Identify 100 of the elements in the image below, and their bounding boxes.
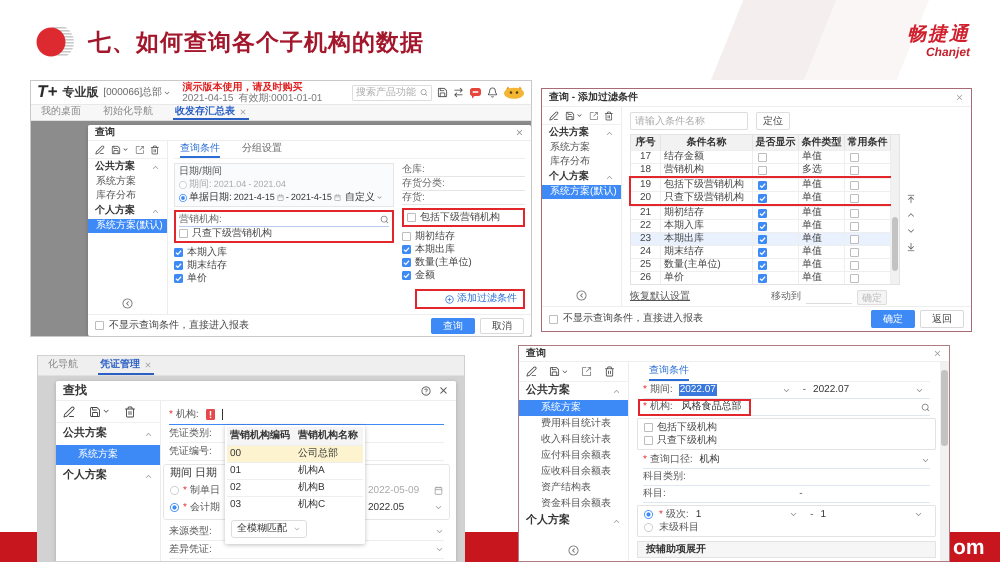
checkbox[interactable] [850, 234, 859, 244]
move-to-top-icon[interactable] [906, 194, 916, 204]
scheme-item[interactable]: 资产结构表 [519, 480, 628, 496]
checkbox[interactable] [850, 274, 859, 282]
input-field[interactable]: 仓库: [402, 163, 525, 177]
section-header[interactable]: 按辅助项展开 [637, 541, 936, 558]
secondary-button[interactable]: 取消 [480, 318, 524, 334]
trash-icon[interactable] [604, 110, 614, 120]
search-icon[interactable] [921, 402, 930, 412]
checkbox[interactable] [758, 260, 767, 270]
scheme-item[interactable]: 库存分布 [88, 189, 167, 203]
checkbox[interactable] [174, 261, 183, 270]
close-icon[interactable] [438, 385, 449, 396]
checkbox[interactable] [758, 208, 767, 218]
checkbox[interactable] [758, 234, 767, 244]
mascot-icon[interactable] [503, 86, 525, 99]
checkbox[interactable] [758, 180, 767, 190]
checkbox[interactable] [758, 194, 767, 202]
tab[interactable]: 查询条件 [649, 362, 689, 381]
checkbox[interactable] [758, 166, 767, 174]
checkbox[interactable] [174, 248, 183, 257]
dropdown-option[interactable]: 00 公司总部 [227, 445, 363, 462]
checkbox[interactable] [549, 314, 558, 324]
checkbox[interactable] [850, 208, 859, 218]
select-field[interactable]: * 查询口径: 机构 [643, 452, 930, 469]
checkbox[interactable] [402, 245, 411, 254]
radio-button[interactable] [179, 180, 187, 188]
chevron-down-icon[interactable] [561, 368, 569, 376]
checkbox[interactable] [850, 152, 859, 162]
calendar-icon[interactable] [434, 486, 443, 495]
checkbox[interactable] [850, 248, 859, 256]
swap-icon[interactable] [453, 87, 464, 98]
checkbox[interactable] [850, 194, 859, 202]
table-row[interactable]: 26 单价 单值 [631, 271, 891, 284]
range-field[interactable]: 科目: - [643, 486, 930, 503]
save-icon[interactable] [89, 406, 101, 418]
add-filter-link[interactable]: 添加过滤条件 [445, 293, 517, 305]
checkbox[interactable] [850, 166, 859, 174]
message-badge-icon[interactable] [469, 86, 482, 98]
input-field[interactable]: 科目类别: [643, 469, 930, 486]
chevron-down-icon[interactable] [576, 112, 583, 119]
match-mode-select[interactable]: 全模糊匹配 [231, 520, 307, 538]
edit-icon[interactable] [549, 110, 559, 120]
edit-icon[interactable] [63, 406, 75, 418]
edit-icon[interactable] [95, 144, 105, 154]
tab[interactable]: 查询条件 [180, 141, 220, 158]
checkbox[interactable] [850, 260, 859, 270]
checkbox[interactable] [179, 229, 188, 238]
checkbox[interactable] [402, 232, 411, 241]
scheme-item[interactable]: 资金科目余额表 [519, 496, 628, 512]
radio-button[interactable] [170, 503, 179, 512]
input-field[interactable]: 存货: [402, 191, 525, 205]
tab[interactable]: 分组设置 [242, 141, 282, 158]
close-icon[interactable] [515, 128, 524, 137]
scheme-item[interactable]: 费用科目统计表 [519, 416, 628, 432]
checkbox[interactable] [850, 222, 859, 230]
table-row[interactable]: 17 结存金额 单值 [631, 150, 891, 163]
radio-button[interactable] [170, 486, 179, 495]
preset-select[interactable]: 自定义 [344, 192, 383, 204]
checkbox[interactable] [758, 222, 767, 230]
save-icon[interactable] [549, 366, 560, 377]
search-field[interactable]: 请输入条件名称 [630, 112, 748, 130]
calendar-icon[interactable] [334, 194, 341, 201]
org-field[interactable]: * 机构: 风格食品总部 [643, 399, 930, 416]
trash-icon[interactable] [124, 406, 136, 418]
plus-circle-icon[interactable] [445, 294, 454, 304]
calendar-icon[interactable] [276, 194, 284, 201]
save-icon[interactable] [110, 144, 121, 154]
scheme-item[interactable]: 应付科目余额表 [519, 448, 628, 464]
scheme-item[interactable]: 收入科目统计表 [519, 432, 628, 448]
scheme-item[interactable]: 库存分布 [542, 155, 621, 169]
checkbox[interactable] [402, 258, 411, 267]
tab[interactable]: 凭证管理 [98, 356, 154, 375]
trash-icon[interactable] [150, 144, 160, 154]
floppy-icon[interactable] [437, 87, 448, 98]
scheme-item[interactable]: 系统方案 [88, 175, 167, 189]
checkbox[interactable] [174, 274, 183, 283]
move-to-bottom-icon[interactable] [906, 242, 916, 252]
save-icon[interactable] [564, 110, 575, 120]
checkbox[interactable] [758, 152, 767, 162]
search-icon[interactable] [380, 215, 389, 224]
radio-button[interactable] [644, 523, 653, 532]
scheme-item[interactable]: 系统方案 [542, 141, 621, 155]
checkbox[interactable] [758, 248, 767, 256]
circle-chevron-icon[interactable] [122, 298, 133, 309]
table-row[interactable]: 24 期末结存 单值 [631, 245, 891, 258]
table-row[interactable]: 20 只查下级营销机构 单值 [631, 191, 891, 204]
table-row[interactable]: 19 包括下级营销机构 单值 [631, 178, 891, 191]
checkbox[interactable] [644, 436, 653, 445]
bell-icon[interactable] [487, 87, 498, 98]
search-icon[interactable] [420, 88, 428, 97]
help-icon[interactable] [421, 386, 431, 396]
locate-button[interactable]: 定位 [756, 112, 790, 130]
checkbox[interactable] [402, 271, 411, 280]
checkbox[interactable] [95, 321, 104, 330]
restore-defaults-link[interactable]: 恢复默认设置 [630, 291, 690, 303]
edit-icon[interactable] [526, 366, 537, 377]
export-icon[interactable] [588, 110, 598, 120]
checkbox[interactable] [407, 213, 416, 222]
radio-button[interactable] [644, 510, 653, 519]
